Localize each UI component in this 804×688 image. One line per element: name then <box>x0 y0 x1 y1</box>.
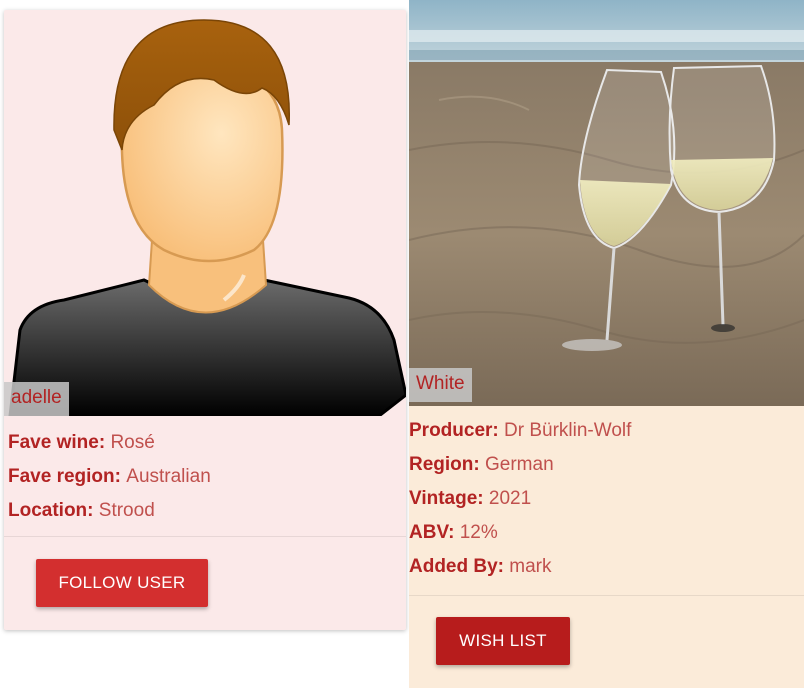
location-row: Location: Strood <box>8 494 402 528</box>
abv-row: ABV: 12% <box>409 516 804 550</box>
fave-wine-label: Fave wine: <box>8 432 106 453</box>
user-avatar-icon <box>8 19 406 416</box>
wine-type-label: White <box>409 368 472 402</box>
follow-user-button[interactable]: FOLLOW USER <box>36 559 208 607</box>
added-by-row: Added By: mark <box>409 550 804 584</box>
region-value: German <box>485 454 554 475</box>
wine-card-divider <box>409 595 804 596</box>
fave-wine-row: Fave wine: Rosé <box>8 426 402 460</box>
wish-list-button[interactable]: WISH LIST <box>436 617 570 665</box>
user-avatar-image: adelle <box>4 10 406 416</box>
location-value: Strood <box>98 500 155 521</box>
abv-value: 12% <box>459 522 498 543</box>
wine-info: Producer: Dr Bürklin-Wolf Region: German… <box>409 406 804 584</box>
username-label: adelle <box>4 382 69 416</box>
wine-image: White <box>409 0 804 406</box>
added-by-label: Added By: <box>409 556 504 577</box>
fave-region-row: Fave region: Australian <box>8 460 402 494</box>
location-label: Location: <box>8 500 94 521</box>
vintage-value: 2021 <box>488 488 532 509</box>
wine-glasses-photo <box>409 0 804 406</box>
vintage-row: Vintage: 2021 <box>409 482 804 516</box>
fave-region-value: Australian <box>126 466 211 487</box>
wine-card: White Producer: Dr Bürklin-Wolf Region: … <box>409 0 804 688</box>
producer-row: Producer: Dr Bürklin-Wolf <box>409 414 804 448</box>
user-info: Fave wine: Rosé Fave region: Australian … <box>4 416 406 528</box>
abv-label: ABV: <box>409 522 455 543</box>
fave-region-label: Fave region: <box>8 466 121 487</box>
region-row: Region: German <box>409 448 804 482</box>
added-by-value: mark <box>509 556 552 577</box>
fave-wine-value: Rosé <box>110 432 155 453</box>
user-card: adelle Fave wine: Rosé Fave region: Aust… <box>4 10 406 630</box>
vintage-label: Vintage: <box>409 488 484 509</box>
producer-label: Producer: <box>409 420 499 441</box>
card-divider <box>4 536 406 537</box>
region-label: Region: <box>409 454 480 475</box>
producer-value: Dr Bürklin-Wolf <box>504 420 632 441</box>
